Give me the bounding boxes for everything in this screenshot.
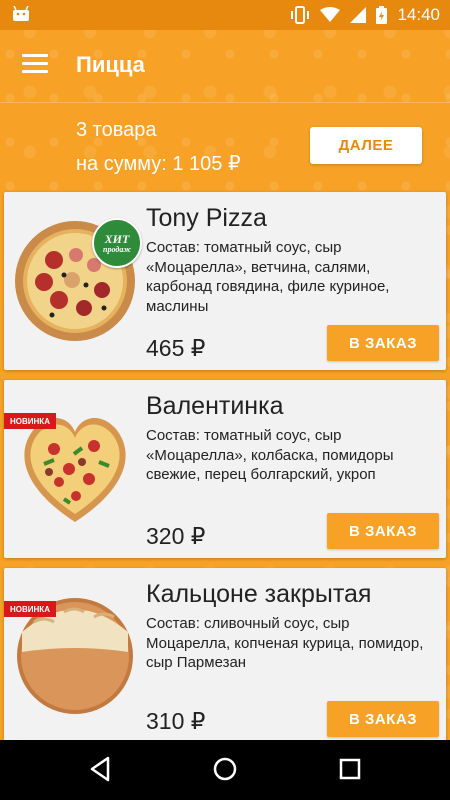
order-button[interactable]: В ЗАКАЗ bbox=[327, 701, 439, 737]
order-button[interactable]: В ЗАКАЗ bbox=[327, 325, 439, 361]
product-name: Кальцоне закрытая bbox=[146, 580, 372, 608]
android-icon bbox=[13, 6, 29, 21]
app-bar: Пицца bbox=[0, 30, 450, 102]
product-name: Tony Pizza bbox=[146, 204, 267, 232]
home-icon[interactable] bbox=[212, 756, 238, 782]
recents-icon[interactable] bbox=[338, 756, 362, 782]
product-name: Валентинка bbox=[146, 392, 284, 420]
system-nav-bar bbox=[0, 740, 450, 800]
product-description: Состав: сливочный соус, сыр Моцарелла, к… bbox=[146, 615, 424, 671]
product-description: Состав: томатный соус, сыр «Моцарелла», … bbox=[146, 239, 390, 315]
hit-badge: ХИТ продаж bbox=[92, 218, 142, 268]
product-card: НОВИНКА Кальцоне закрытая Состав: сливоч… bbox=[4, 568, 446, 746]
cart-item-count: 3 товара bbox=[76, 119, 157, 141]
new-badge: НОВИНКА bbox=[4, 413, 56, 429]
wifi-icon bbox=[320, 7, 341, 22]
next-button[interactable]: ДАЛЕЕ bbox=[310, 127, 422, 164]
status-bar: 14:40 bbox=[0, 0, 450, 30]
product-price: 320 ₽ bbox=[146, 523, 206, 549]
battery-icon bbox=[376, 6, 388, 24]
product-card: ХИТ продаж Tony Pizza Состав: томатный с… bbox=[4, 192, 446, 370]
cart-total: на сумму: 1 105 ₽ bbox=[76, 153, 241, 175]
product-price: 310 ₽ bbox=[146, 708, 206, 734]
signal-icon bbox=[350, 7, 367, 23]
status-time: 14:40 bbox=[397, 5, 440, 24]
vibrate-icon bbox=[291, 6, 310, 24]
product-description: Состав: томатный соус, сыр «Моцарелла», … bbox=[146, 427, 394, 483]
product-price: 465 ₽ bbox=[146, 335, 206, 361]
cart-summary: 3 товара на сумму: 1 105 ₽ ДАЛЕЕ bbox=[0, 102, 450, 188]
page-title: Пицца bbox=[76, 52, 145, 77]
order-button[interactable]: В ЗАКАЗ bbox=[327, 513, 439, 549]
new-badge: НОВИНКА bbox=[4, 601, 56, 617]
product-card: НОВИНКА Валентинка Состав: томатный соус… bbox=[4, 380, 446, 558]
menu-icon[interactable] bbox=[22, 54, 48, 76]
back-icon[interactable] bbox=[88, 756, 112, 782]
